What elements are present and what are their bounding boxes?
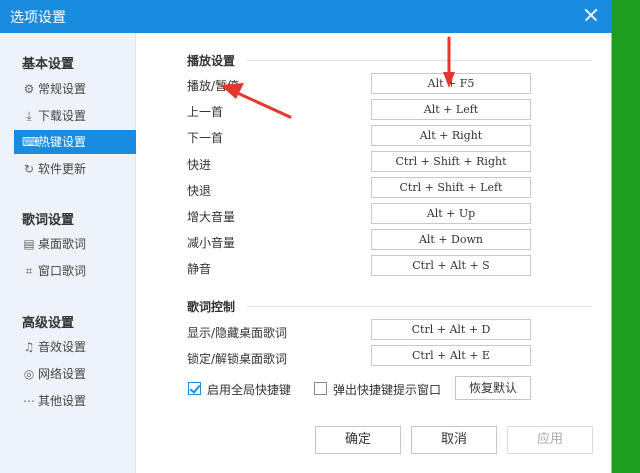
options-dialog: 选项设置 基本设置 ⚙ 常规设置 ⤓ 下载设置 ⌨ 热键设置 ↻ 软件更新 歌词… <box>0 0 612 473</box>
hotkey-field-fast-forward[interactable]: Ctrl + Shift + Right <box>371 151 531 172</box>
hotkey-field-rewind[interactable]: Ctrl + Shift + Left <box>371 177 531 198</box>
hotkey-label-toggle-desktop-lyrics: 显示/隐藏桌面歌词 <box>187 326 288 340</box>
sidebar-item-label: 网络设置 <box>38 367 87 381</box>
sidebar-section-lyrics: 歌词设置 <box>22 213 75 228</box>
dialog-title: 选项设置 <box>10 10 66 26</box>
hotkey-label-lock-desktop-lyrics: 锁定/解锁桌面歌词 <box>187 352 288 366</box>
sidebar-item-label: 桌面歌词 <box>38 237 87 251</box>
network-icon: ◎ <box>23 367 35 381</box>
global-hotkeys-label[interactable]: 启用全局快捷键 <box>207 381 291 398</box>
download-icon: ⤓ <box>26 109 32 123</box>
sidebar-section-basic: 基本设置 <box>22 57 75 72</box>
sidebar-item-label: 下载设置 <box>38 109 87 123</box>
lyrics-control-group-title: 歌词控制 <box>187 300 236 314</box>
hotkey-field-play-pause[interactable]: Alt + F5 <box>371 73 531 94</box>
sidebar-item-network[interactable]: ◎ 网络设置 <box>14 362 136 386</box>
hotkey-field-lock-desktop-lyrics[interactable]: Ctrl + Alt + E <box>371 345 531 366</box>
more-icon: ⋯ <box>23 394 35 408</box>
sidebar-item-label: 软件更新 <box>38 162 87 176</box>
hotkey-label-mute: 静音 <box>187 262 212 276</box>
hotkey-field-volume-down[interactable]: Alt + Down <box>371 229 531 250</box>
hotkey-settings-panel: 播放设置 播放/暂停 Alt + F5 上一首 Alt + Left 下一首 A… <box>137 33 612 473</box>
sidebar-item-download[interactable]: ⤓ 下载设置 <box>14 104 136 128</box>
hotkey-label-previous: 上一首 <box>187 105 224 119</box>
divider <box>247 306 592 307</box>
sidebar-item-general[interactable]: ⚙ 常规设置 <box>14 77 136 101</box>
divider <box>247 60 592 61</box>
sidebar-item-sound-effects[interactable]: ♫ 音效设置 <box>14 335 136 359</box>
ok-button[interactable]: 确定 <box>315 426 401 454</box>
hotkey-label-next: 下一首 <box>187 131 224 145</box>
sidebar-item-label: 窗口歌词 <box>38 264 87 278</box>
sidebar-item-hotkeys[interactable]: ⌨ 热键设置 <box>14 130 136 154</box>
sidebar-item-other[interactable]: ⋯ 其他设置 <box>14 389 136 413</box>
sidebar-item-desktop-lyrics[interactable]: ▤ 桌面歌词 <box>14 232 136 256</box>
gear-icon: ⚙ <box>23 82 35 96</box>
hotkey-field-previous[interactable]: Alt + Left <box>371 99 531 120</box>
sidebar-item-label: 常规设置 <box>38 82 87 96</box>
close-icon[interactable] <box>580 4 602 26</box>
title-bar: 选项设置 <box>0 0 612 33</box>
popup-hint-checkbox[interactable] <box>314 382 327 395</box>
sidebar-item-label: 其他设置 <box>38 394 87 408</box>
popup-hint-label[interactable]: 弹出快捷键提示窗口 <box>333 381 441 398</box>
hotkey-label-volume-up: 增大音量 <box>187 210 236 224</box>
sidebar-item-label: 热键设置 <box>38 135 87 149</box>
hotkey-field-next[interactable]: Alt + Right <box>371 125 531 146</box>
update-icon: ↻ <box>23 162 35 176</box>
hotkey-field-toggle-desktop-lyrics[interactable]: Ctrl + Alt + D <box>371 319 531 340</box>
hotkey-field-mute[interactable]: Ctrl + Alt + S <box>371 255 531 276</box>
keyboard-icon: ⌨ <box>22 135 40 149</box>
sidebar-section-advanced: 高级设置 <box>22 316 75 331</box>
apply-button[interactable]: 应用 <box>507 426 593 454</box>
hotkey-field-volume-up[interactable]: Alt + Up <box>371 203 531 224</box>
playback-group-title: 播放设置 <box>187 54 236 68</box>
sidebar: 基本设置 ⚙ 常规设置 ⤓ 下载设置 ⌨ 热键设置 ↻ 软件更新 歌词设置 ▤ … <box>0 33 136 473</box>
hotkey-label-play-pause: 播放/暂停 <box>187 79 240 93</box>
global-hotkeys-checkbox[interactable] <box>188 382 201 395</box>
window-lyrics-icon: ⌗ <box>25 264 33 278</box>
sidebar-item-window-lyrics[interactable]: ⌗ 窗口歌词 <box>14 259 136 283</box>
lyrics-icon: ▤ <box>23 237 35 251</box>
sidebar-item-label: 音效设置 <box>38 340 87 354</box>
hotkey-label-rewind: 快退 <box>187 184 212 198</box>
hotkey-label-fast-forward: 快进 <box>187 158 212 172</box>
equalizer-icon: ♫ <box>23 340 35 354</box>
sidebar-item-update[interactable]: ↻ 软件更新 <box>14 157 136 181</box>
cancel-button[interactable]: 取消 <box>411 426 497 454</box>
restore-defaults-button[interactable]: 恢复默认 <box>455 376 531 400</box>
hotkey-label-volume-down: 减小音量 <box>187 236 236 250</box>
